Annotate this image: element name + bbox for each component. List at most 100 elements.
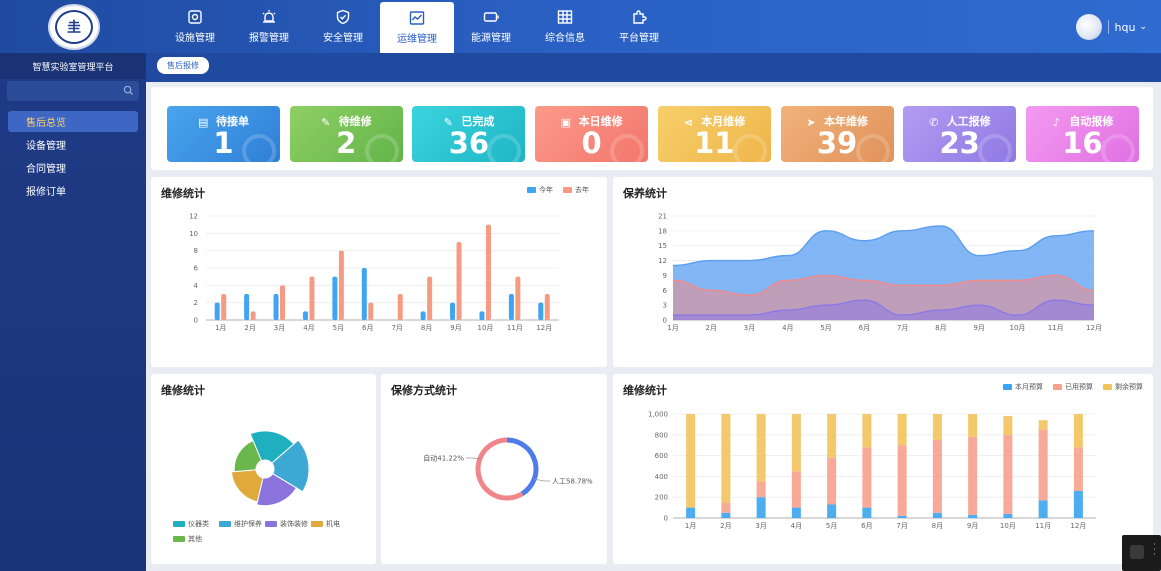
sidebar-item-1[interactable]: 售后总览 [8, 111, 138, 132]
stacked-bar-segment [1038, 420, 1048, 430]
stat-value: 23 [939, 126, 980, 160]
y-tick-label: 6 [663, 287, 668, 295]
stat-value: 39 [816, 126, 858, 160]
x-tick-label: 12月 [536, 324, 552, 332]
bar-this-year [508, 294, 514, 320]
stacked-bar-segment [932, 512, 942, 518]
user-menu[interactable]: hqu ⌄ [1075, 14, 1147, 40]
legend-swatch [173, 536, 185, 542]
stat-card-5[interactable]: ⋖ 本月维修 11 [657, 106, 771, 162]
x-tick-label: 6月 [859, 324, 870, 332]
budget-panel: 维修统计 本月预算 已用预算 剩余预算 0 200 400 600 800 1,000 1月 2月… [613, 374, 1153, 564]
stat-card-1[interactable]: ▤ 待接单 1 [167, 106, 280, 162]
bar-this-year [273, 294, 279, 320]
nav-item-5[interactable]: 能源管理 [454, 2, 528, 50]
stacked-bar-segment [827, 414, 837, 458]
tab-after-sales[interactable]: 售后报修 [157, 57, 209, 74]
x-tick-label: 1月 [667, 324, 678, 332]
stat-card-3[interactable]: ✎ 已完成 36 [412, 106, 526, 162]
stacked-bar-segment [968, 414, 978, 437]
x-tick-label: 11月 [1035, 522, 1051, 530]
x-tick-label: 10月 [1009, 324, 1025, 332]
maintenance-area-chart: 0369121518211月 2月 3月 4月 5月 6月 7月 8月 9月 10月 11月 12月 [658, 213, 1102, 333]
stat-card-7[interactable]: ✆ 人工报修 23 [903, 106, 1017, 162]
chevron-down-icon[interactable]: ⌄ [1139, 22, 1147, 32]
stat-card-8[interactable]: ♪ 自动报修 16 [1025, 106, 1139, 162]
repair-method-donut: 自动41.22% 人工58.78% [423, 437, 593, 501]
device-icon [187, 9, 203, 25]
x-tick-label: 12月 [1086, 324, 1102, 332]
stacked-bar-segment [897, 445, 907, 516]
username[interactable]: hqu [1115, 21, 1136, 34]
user-divider [1107, 20, 1109, 34]
x-tick-label: 3月 [274, 324, 285, 332]
x-tick-label: 7月 [897, 324, 908, 332]
floating-widget[interactable]: · · · [1122, 535, 1161, 571]
more-icon[interactable]: · · · [1153, 541, 1156, 560]
logo-emblem: 圭 [55, 9, 93, 44]
stacked-bar-segment [791, 471, 801, 508]
stat-card-6[interactable]: ➤ 本年维修 39 [780, 106, 894, 162]
app-icon[interactable] [1130, 545, 1144, 559]
sidebar-item-3[interactable]: 合同管理 [8, 157, 138, 178]
avatar[interactable] [1075, 14, 1102, 40]
stat-card-4[interactable]: ▣ 本日维修 0 [535, 106, 649, 162]
nav-item-7[interactable]: 平台管理 [602, 2, 676, 50]
bar-last-year [515, 276, 521, 320]
nav-item-2[interactable]: 报警管理 [232, 2, 306, 50]
sidebar-item-4[interactable]: 报修订单 [8, 180, 138, 201]
stacked-bar-segment [1003, 513, 1013, 518]
puzzle-icon [631, 9, 647, 25]
edit-icon: ✎ [443, 116, 453, 129]
alarm-icon [261, 9, 277, 25]
nav-item-6[interactable]: 综合信息 [528, 2, 602, 50]
sidebar-item-2[interactable]: 设备管理 [8, 134, 138, 155]
stat-card-2[interactable]: ✎ 待维修 2 [289, 106, 403, 162]
x-tick-label: 7月 [896, 522, 907, 530]
sidebar-menu: 售后总览 设备管理 合同管理 报修订单 [0, 111, 146, 201]
nav-item-1[interactable]: 设施管理 [158, 2, 232, 50]
logo-area: 圭 [0, 0, 148, 53]
x-tick-label: 9月 [450, 324, 461, 332]
stacked-bar-segment [1038, 429, 1048, 501]
nav-label: 运维管理 [397, 34, 437, 45]
bell-icon: ♪ [1052, 116, 1060, 129]
stat-value: 0 [581, 126, 602, 160]
legend-label: 其他 [188, 534, 202, 543]
stacked-bar-segment [827, 504, 837, 518]
x-tick-label: 1月 [685, 522, 696, 530]
y-tick-label: 200 [655, 494, 668, 502]
x-tick-label: 4月 [303, 324, 314, 332]
repair-method-panel: 保修方式统计 自动41.22% 人工58.78% [381, 374, 607, 564]
slice-label: 人工58.78% [552, 478, 593, 486]
bar-last-year [368, 302, 374, 320]
top-bar: 圭 设施管理 报警管理 安全管理 运维管理 能源管理 综合信息 平台管理 hqu ⌄ [0, 0, 1161, 53]
stat-value: 2 [336, 126, 357, 160]
search-icon[interactable] [123, 85, 134, 96]
y-tick-label: 12 [189, 213, 198, 221]
bar-this-year [479, 311, 485, 320]
stacked-bar-segment [721, 414, 731, 503]
x-tick-label: 6月 [362, 324, 373, 332]
legend-label: 维护保养 [234, 519, 262, 528]
y-tick-label: 12 [658, 257, 667, 265]
y-tick-label: 1,000 [648, 411, 668, 419]
sidebar: 智慧实验室管理平台 售后总览 设备管理 合同管理 报修订单 [0, 53, 146, 571]
stacked-bar-segment [897, 515, 907, 518]
stacked-bar-segment [968, 514, 978, 518]
x-tick-label: 2月 [720, 522, 731, 530]
nav-item-3[interactable]: 安全管理 [306, 2, 380, 50]
x-tick-label: 2月 [706, 324, 717, 332]
legend-swatch [173, 521, 185, 527]
search-input[interactable] [7, 81, 139, 101]
bar-last-year [250, 311, 256, 320]
y-tick-label: 600 [655, 452, 668, 460]
y-tick-label: 800 [655, 431, 668, 439]
nav-label: 综合信息 [545, 32, 585, 44]
university-logo[interactable]: 圭 [48, 3, 100, 50]
y-tick-label: 400 [655, 473, 668, 481]
shield-icon [335, 9, 351, 25]
send-icon: ➤ [806, 116, 816, 129]
x-tick-label: 4月 [782, 324, 793, 332]
nav-item-4[interactable]: 运维管理 [380, 2, 454, 53]
